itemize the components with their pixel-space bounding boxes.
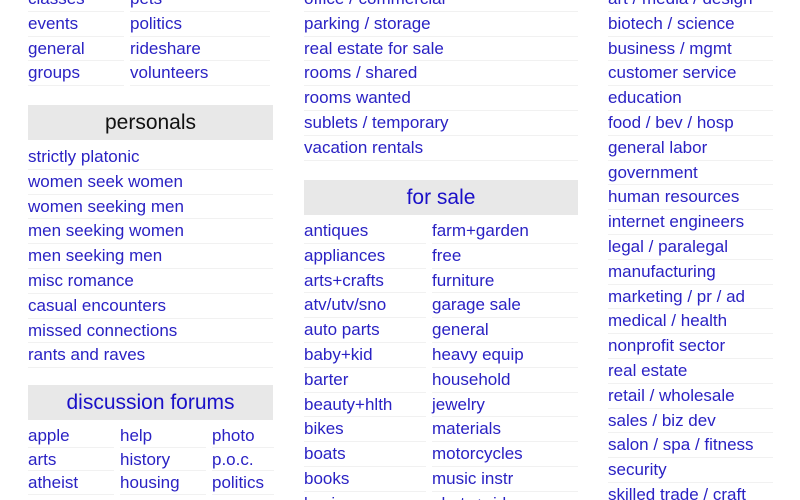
community-link[interactable]: general: [28, 37, 124, 62]
personals-link[interactable]: missed connections: [28, 319, 273, 344]
for-sale-link[interactable]: motorcycles: [432, 442, 578, 467]
personals-link[interactable]: women seek women: [28, 170, 273, 195]
jobs-link[interactable]: security: [608, 458, 773, 483]
forum-link[interactable]: help: [120, 424, 206, 448]
jobs-link[interactable]: marketing / pr / ad: [608, 285, 773, 310]
housing-link[interactable]: office / commercial: [304, 0, 578, 12]
personals-link[interactable]: casual encounters: [28, 294, 273, 319]
jobs-link[interactable]: general labor: [608, 136, 773, 161]
jobs-link[interactable]: food / bev / hosp: [608, 111, 773, 136]
jobs-link[interactable]: human resources: [608, 185, 773, 211]
for-sale-link[interactable]: jewelry: [432, 393, 578, 418]
forum-link[interactable]: history: [120, 448, 206, 471]
for-sale-link[interactable]: books: [304, 467, 426, 492]
community-link[interactable]: classes: [28, 0, 124, 12]
community-link[interactable]: rideshare: [130, 37, 270, 62]
housing-items-list: office / commercialparking / storagereal…: [304, 0, 578, 161]
community-link[interactable]: events: [28, 12, 124, 37]
for-sale-link[interactable]: household: [432, 368, 578, 393]
forums-col1-list: apple arts atheist: [28, 424, 114, 495]
jobs-link[interactable]: skilled trade / craft: [608, 483, 773, 500]
jobs-link[interactable]: government: [608, 161, 773, 186]
housing-link[interactable]: rooms / shared: [304, 61, 578, 87]
jobs-link[interactable]: education: [608, 86, 773, 111]
forum-link[interactable]: apple: [28, 424, 114, 448]
for-sale-link[interactable]: garage sale: [432, 293, 578, 319]
for-sale-link[interactable]: appliances: [304, 244, 426, 269]
for-sale-link[interactable]: heavy equip: [432, 343, 578, 368]
jobs-link[interactable]: retail / wholesale: [608, 384, 773, 409]
for-sale-link[interactable]: materials: [432, 417, 578, 443]
housing-link[interactable]: parking / storage: [304, 12, 578, 37]
housing-link[interactable]: real estate for sale: [304, 37, 578, 62]
community-col2-list: petspoliticsridesharevolunteers: [130, 0, 270, 87]
for-sale-link[interactable]: barter: [304, 368, 426, 393]
for-sale-link[interactable]: general: [432, 318, 578, 343]
for-sale-link[interactable]: atv/utv/sno: [304, 293, 426, 319]
housing-link[interactable]: vacation rentals: [304, 136, 578, 161]
community-link[interactable]: volunteers: [130, 61, 270, 87]
jobs-link[interactable]: legal / paralegal: [608, 235, 773, 260]
for-sale-col2-list: farm+garden free furniture garage sale gener…: [432, 219, 578, 500]
forum-link[interactable]: atheist: [28, 471, 114, 495]
jobs-link[interactable]: sales / biz dev: [608, 409, 773, 434]
personals-link[interactable]: strictly platonic: [28, 145, 273, 170]
jobs-link[interactable]: real estate: [608, 359, 773, 384]
for-sale-header[interactable]: for sale: [304, 180, 578, 215]
for-sale-link[interactable]: music instr: [432, 467, 578, 492]
personals-items-list: strictly platonic women seek women women s…: [28, 145, 273, 369]
for-sale-link[interactable]: farm+garden: [432, 219, 578, 244]
for-sale-link[interactable]: business: [304, 492, 426, 500]
forums-col2-list: help history housing: [120, 424, 206, 495]
community-col1-list: classeseventsgeneralgroups: [28, 0, 124, 87]
personals-link[interactable]: men seeking women: [28, 219, 273, 245]
for-sale-link[interactable]: baby+kid: [304, 343, 426, 368]
jobs-link[interactable]: internet engineers: [608, 210, 773, 235]
community-link[interactable]: politics: [130, 12, 270, 37]
craigslist-page: classeseventsgeneralgroups petspoliticsr…: [0, 0, 800, 500]
jobs-link[interactable]: salon / spa / fitness: [608, 433, 773, 459]
forums-col3-list: photo p.o.c. politics: [212, 424, 274, 495]
forum-link[interactable]: housing: [120, 471, 206, 495]
personals-link[interactable]: misc romance: [28, 269, 273, 294]
for-sale-col1-list: antiques appliances arts+crafts atv/utv/sno…: [304, 219, 426, 500]
personals-header[interactable]: personals: [28, 105, 273, 140]
jobs-link[interactable]: customer service: [608, 61, 773, 87]
jobs-link[interactable]: manufacturing: [608, 260, 773, 285]
for-sale-link[interactable]: antiques: [304, 219, 426, 244]
personals-link[interactable]: rants and raves: [28, 343, 273, 369]
jobs-items-list: art / media / designbiotech / sciencebus…: [608, 0, 773, 500]
housing-link[interactable]: rooms wanted: [304, 86, 578, 111]
jobs-link[interactable]: nonprofit sector: [608, 334, 773, 359]
jobs-link[interactable]: business / mgmt: [608, 37, 773, 62]
for-sale-link[interactable]: photo+video: [432, 492, 578, 500]
discussion-forums-header[interactable]: discussion forums: [28, 385, 273, 420]
for-sale-link[interactable]: free: [432, 244, 578, 269]
forum-link[interactable]: p.o.c.: [212, 448, 274, 471]
for-sale-link[interactable]: furniture: [432, 269, 578, 294]
for-sale-link[interactable]: bikes: [304, 417, 426, 443]
personals-link[interactable]: men seeking men: [28, 244, 273, 269]
for-sale-link[interactable]: arts+crafts: [304, 269, 426, 294]
community-link[interactable]: pets: [130, 0, 270, 12]
forum-link[interactable]: politics: [212, 471, 274, 495]
for-sale-link[interactable]: beauty+hlth: [304, 393, 426, 418]
personals-link[interactable]: women seeking men: [28, 195, 273, 220]
for-sale-link[interactable]: auto parts: [304, 318, 426, 343]
housing-link[interactable]: sublets / temporary: [304, 111, 578, 136]
community-link[interactable]: groups: [28, 61, 124, 87]
forum-link[interactable]: photo: [212, 424, 274, 448]
jobs-link[interactable]: medical / health: [608, 309, 773, 335]
jobs-link[interactable]: art / media / design: [608, 0, 773, 12]
jobs-link[interactable]: biotech / science: [608, 12, 773, 37]
for-sale-link[interactable]: boats: [304, 442, 426, 467]
forum-link[interactable]: arts: [28, 448, 114, 471]
